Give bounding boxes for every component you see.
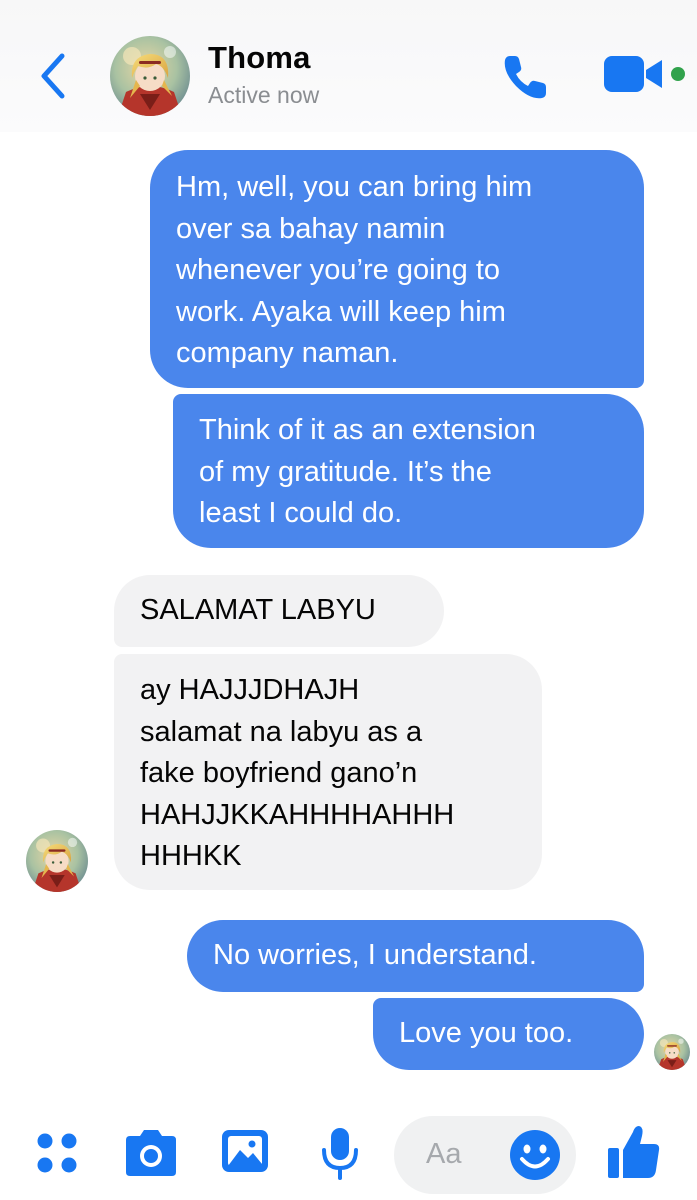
- gallery-button[interactable]: [218, 1124, 272, 1178]
- smiley-icon: [510, 1130, 560, 1180]
- message-bubble-outgoing[interactable]: Love you too.: [373, 998, 644, 1070]
- message-bubble-incoming[interactable]: SALAMAT LABYU: [114, 575, 444, 647]
- message-bubble-outgoing[interactable]: Hm, well, you can bring him over sa baha…: [150, 150, 644, 388]
- message-bubble-outgoing[interactable]: No worries, I understand.: [187, 920, 644, 992]
- composer-bar: Aa: [0, 1100, 697, 1200]
- read-receipt-avatar: [654, 1034, 690, 1070]
- like-button[interactable]: [604, 1120, 664, 1184]
- message-bubble-incoming[interactable]: ay HAJJJDHAJH salamat na labyu as a fake…: [114, 654, 542, 890]
- photo-icon: [222, 1130, 268, 1172]
- chevron-left-icon: [41, 53, 65, 99]
- contact-status: Active now: [208, 82, 320, 108]
- video-camera-icon: [604, 56, 685, 92]
- voice-message-button[interactable]: [318, 1124, 362, 1182]
- more-actions-button[interactable]: [32, 1128, 82, 1178]
- back-button[interactable]: [32, 48, 76, 104]
- contact-avatar[interactable]: [110, 36, 190, 116]
- video-call-button[interactable]: [600, 52, 692, 100]
- thumbs-up-icon: [608, 1126, 660, 1178]
- voice-call-button[interactable]: [498, 50, 558, 104]
- camera-button[interactable]: [120, 1126, 182, 1180]
- four-dots-icon: [37, 1133, 77, 1173]
- emoji-button[interactable]: [508, 1128, 562, 1182]
- contact-name[interactable]: Thoma: [208, 40, 311, 76]
- message-input[interactable]: Aa: [394, 1116, 576, 1194]
- camera-icon: [126, 1130, 176, 1176]
- message-input-placeholder: Aa: [426, 1138, 462, 1170]
- sender-avatar[interactable]: [26, 830, 88, 892]
- chat-header: Thoma Active now: [0, 0, 697, 132]
- microphone-icon: [322, 1128, 358, 1180]
- phone-icon: [504, 56, 546, 99]
- message-bubble-outgoing[interactable]: Think of it as an extension of my gratit…: [173, 394, 644, 548]
